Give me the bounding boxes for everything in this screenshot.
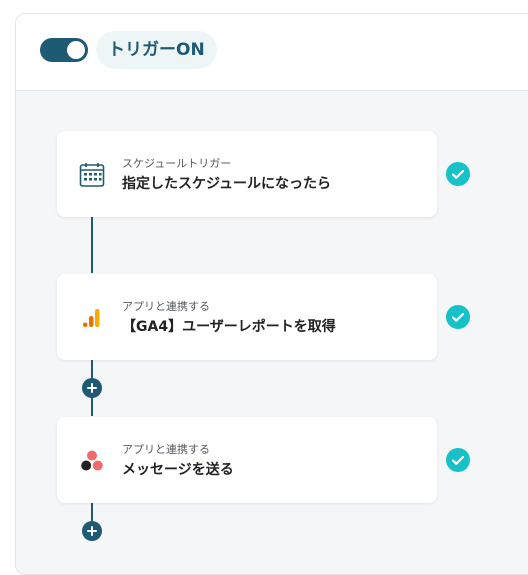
add-step-button[interactable]	[82, 521, 102, 541]
step-card-schedule-trigger[interactable]: スケジュールトリガー 指定したスケジュールになったら	[57, 131, 437, 217]
add-step-button[interactable]	[82, 378, 102, 398]
toggle-knob	[67, 41, 85, 59]
step-category: アプリと連携する	[122, 443, 210, 456]
step-title: メッセージを送る	[122, 462, 234, 478]
step-category: アプリと連携する	[122, 300, 210, 313]
workflow-header: トリガーON	[16, 14, 528, 91]
step-title: 【GA4】ユーザーレポートを取得	[122, 319, 336, 335]
google-analytics-icon	[79, 305, 105, 331]
calendar-icon	[79, 162, 105, 188]
trigger-toggle[interactable]	[40, 38, 88, 62]
workflow-panel: トリガーON スケジュールトリガー 指定したスケジュールになったら アプリと連携…	[15, 13, 528, 575]
step-title: 指定したスケジュールになったら	[122, 176, 332, 192]
complete-check-icon	[446, 162, 470, 186]
trigger-status-label: トリガーON	[96, 31, 217, 69]
complete-check-icon	[446, 448, 470, 472]
connector-line	[91, 217, 93, 273]
complete-check-icon	[446, 305, 470, 329]
step-category: スケジュールトリガー	[122, 157, 232, 170]
asana-icon	[79, 448, 105, 474]
step-card-ga4-report[interactable]: アプリと連携する 【GA4】ユーザーレポートを取得	[57, 274, 437, 360]
step-card-send-message[interactable]: アプリと連携する メッセージを送る	[57, 417, 437, 503]
